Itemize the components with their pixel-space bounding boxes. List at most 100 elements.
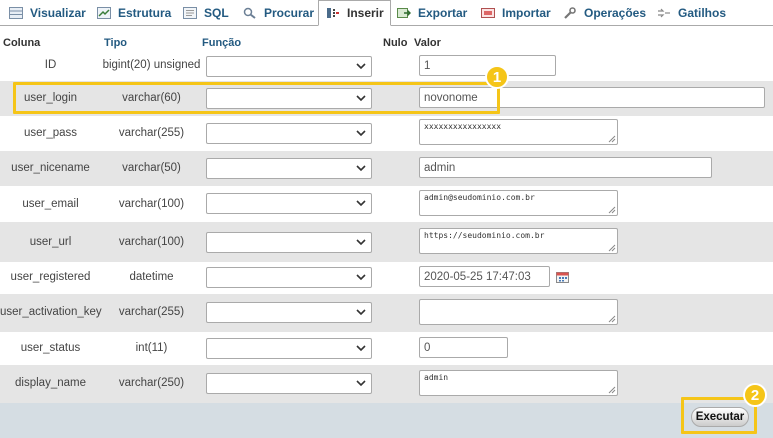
column-name: user_status bbox=[20, 342, 81, 354]
header-valor: Valor bbox=[414, 37, 441, 49]
value-textarea[interactable] bbox=[419, 299, 618, 325]
column-type: int(11) bbox=[135, 342, 168, 354]
header-nulo: Nulo bbox=[383, 37, 408, 49]
table-row: user_url varchar(100) https://seudominio… bbox=[0, 222, 773, 262]
tab-triggers[interactable]: Gatilhos bbox=[650, 0, 732, 25]
value-textarea[interactable]: https://seudominio.com.br bbox=[419, 228, 618, 254]
browse-icon bbox=[8, 6, 24, 20]
highlight-box-user-login bbox=[13, 82, 500, 114]
table-row: user_pass varchar(255) xxxxxxxxxxxxxxxx bbox=[0, 116, 773, 151]
table-row: ID bigint(20) unsigned 1 bbox=[0, 51, 773, 81]
value-text: admin bbox=[424, 373, 449, 382]
header-tipo[interactable]: Tipo bbox=[104, 37, 127, 49]
value-textarea[interactable]: xxxxxxxxxxxxxxxx bbox=[419, 119, 618, 145]
tab-label: SQL bbox=[204, 5, 229, 20]
chevron-down-icon bbox=[356, 239, 366, 246]
search-icon bbox=[242, 6, 258, 20]
tab-label: Estrutura bbox=[118, 5, 172, 20]
function-select[interactable] bbox=[206, 56, 372, 77]
table-row: user_status int(11) 0 bbox=[0, 332, 773, 365]
table-row: display_name varchar(250) admin bbox=[0, 365, 773, 403]
tab-operations[interactable]: Operações bbox=[556, 0, 652, 25]
value-textarea[interactable]: admin bbox=[419, 370, 618, 396]
column-name: user_url bbox=[29, 236, 72, 248]
value-text: admin@seudominio.com.br bbox=[424, 193, 535, 202]
function-select[interactable] bbox=[206, 158, 372, 179]
step-badge-1: 1 bbox=[485, 65, 509, 89]
column-name: user_activation_key bbox=[0, 306, 102, 318]
value-text: https://seudominio.com.br bbox=[424, 231, 545, 240]
header-funcao[interactable]: Função bbox=[202, 37, 241, 49]
chevron-down-icon bbox=[356, 274, 366, 281]
value-datetime-input[interactable]: 2020-05-25 17:47:03 bbox=[419, 266, 550, 287]
tab-structure[interactable]: Estrutura bbox=[90, 0, 177, 25]
tab-label: Operações bbox=[584, 5, 647, 20]
function-select[interactable] bbox=[206, 267, 372, 288]
value-textarea[interactable]: admin@seudominio.com.br bbox=[419, 190, 618, 216]
triggers-icon bbox=[656, 6, 672, 20]
resize-grip-icon[interactable] bbox=[608, 386, 616, 394]
calendar-icon[interactable] bbox=[556, 271, 569, 283]
function-select[interactable] bbox=[206, 123, 372, 144]
value-text: xxxxxxxxxxxxxxxx bbox=[424, 122, 502, 131]
resize-grip-icon[interactable] bbox=[608, 206, 616, 214]
column-name: user_pass bbox=[23, 127, 78, 139]
function-select[interactable] bbox=[206, 338, 372, 359]
import-icon bbox=[480, 6, 496, 20]
function-select[interactable] bbox=[206, 302, 372, 323]
tab-label: Gatilhos bbox=[678, 5, 727, 20]
column-type: varchar(100) bbox=[118, 198, 185, 210]
chevron-down-icon bbox=[356, 165, 366, 172]
column-type: varchar(255) bbox=[118, 306, 185, 318]
tab-insert[interactable]: Inserir bbox=[318, 0, 391, 26]
column-name: user_nicename bbox=[11, 162, 90, 174]
export-icon bbox=[396, 6, 412, 20]
function-select[interactable] bbox=[206, 373, 372, 394]
column-name: user_registered bbox=[10, 271, 91, 283]
header-coluna: Coluna bbox=[3, 37, 41, 49]
function-select[interactable] bbox=[206, 193, 372, 214]
tab-label: Visualizar bbox=[30, 5, 86, 20]
chevron-down-icon bbox=[356, 130, 366, 137]
column-name: display_name bbox=[15, 377, 86, 389]
table-row: user_email varchar(100) admin@seudominio… bbox=[0, 186, 773, 222]
column-type: varchar(250) bbox=[118, 377, 185, 389]
tab-search[interactable]: Procurar bbox=[236, 0, 320, 25]
chevron-down-icon bbox=[356, 380, 366, 387]
insert-icon bbox=[325, 6, 341, 20]
resize-grip-icon[interactable] bbox=[608, 315, 616, 323]
structure-icon bbox=[96, 6, 112, 20]
resize-grip-icon[interactable] bbox=[608, 244, 616, 252]
table-header: Coluna Tipo Função Nulo Valor bbox=[0, 37, 773, 51]
wrench-icon bbox=[562, 6, 578, 20]
value-input[interactable]: admin bbox=[419, 157, 712, 178]
table-row: user_registered datetime 2020-05-25 17:4… bbox=[0, 262, 773, 294]
column-type: varchar(255) bbox=[118, 127, 185, 139]
tab-import[interactable]: Importar bbox=[474, 0, 557, 25]
table-row: user_nicename varchar(50) admin bbox=[0, 151, 773, 186]
tab-export[interactable]: Exportar bbox=[390, 0, 473, 25]
column-type: bigint(20) unsigned bbox=[102, 59, 201, 71]
column-type: datetime bbox=[129, 271, 174, 283]
chevron-down-icon bbox=[356, 345, 366, 352]
column-type: varchar(50) bbox=[122, 162, 181, 174]
form-footer bbox=[0, 403, 773, 438]
tab-browse[interactable]: Visualizar bbox=[2, 0, 92, 25]
resize-grip-icon[interactable] bbox=[608, 135, 616, 143]
tab-sql[interactable]: SQL bbox=[176, 0, 235, 25]
tab-label: Importar bbox=[502, 5, 551, 20]
chevron-down-icon bbox=[356, 200, 366, 207]
value-input[interactable]: 0 bbox=[419, 337, 508, 358]
tab-bar: Visualizar Estrutura SQL Procurar Inseri… bbox=[0, 0, 773, 26]
step-badge-2: 2 bbox=[743, 383, 767, 407]
sql-icon bbox=[182, 6, 198, 20]
chevron-down-icon bbox=[356, 63, 366, 70]
chevron-down-icon bbox=[356, 309, 366, 316]
function-select[interactable] bbox=[206, 232, 372, 253]
column-name: ID bbox=[44, 59, 57, 71]
tab-label: Exportar bbox=[418, 5, 468, 20]
tab-label: Inserir bbox=[347, 6, 384, 20]
table-row: user_activation_key varchar(255) bbox=[0, 294, 773, 332]
column-type: varchar(100) bbox=[118, 236, 185, 248]
column-name: user_email bbox=[22, 198, 79, 210]
